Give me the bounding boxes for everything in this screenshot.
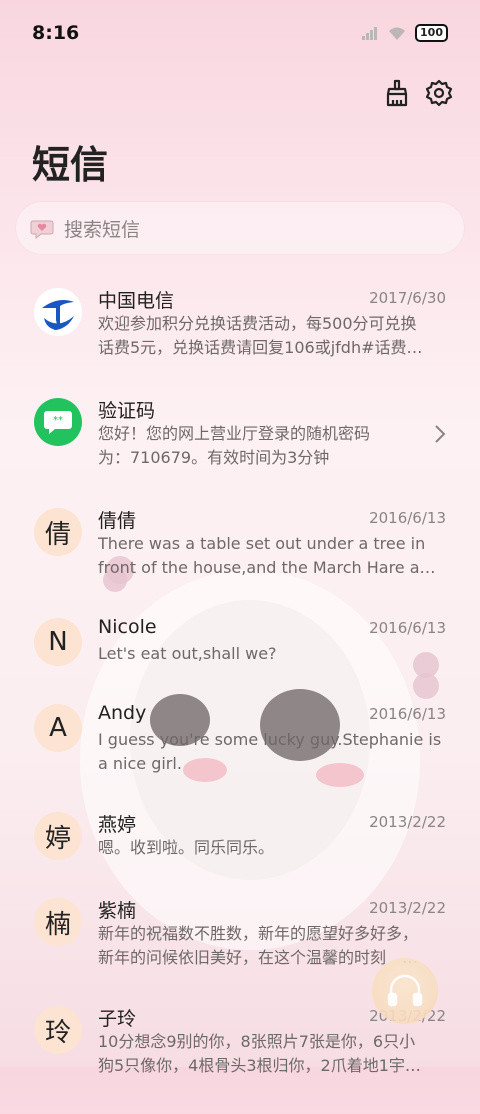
message-preview: 欢迎参加积分兑换话费活动，每500分可兑换 话费5元，兑换话费请回复106或jf… (98, 314, 423, 357)
avatar: A (34, 704, 82, 752)
message-date: 2016/6/13 (369, 619, 446, 637)
message-date: 2013/2/22 (369, 899, 446, 917)
contact-name: 子玲 (98, 1008, 137, 1030)
svg-text:**: ** (53, 415, 63, 426)
message-preview: 您好！您的网上营业厅登录的随机密码 为：710679。有效时间为3分钟 (98, 424, 371, 467)
conversation-item[interactable]: 倩 倩倩 2016/6/13 There was a table set out… (0, 506, 480, 616)
message-date: 2017/6/30 (369, 289, 446, 307)
broom-icon[interactable] (382, 78, 412, 108)
conversation-item[interactable]: ** 验证码 您好！您的网上营业厅登录的随机密码 为：710679。有效时间为3… (0, 396, 480, 506)
avatar: 婷 (34, 812, 82, 860)
message-date: 2016/6/13 (369, 705, 446, 723)
gear-icon[interactable] (424, 78, 454, 108)
avatar: 玲 (34, 1006, 82, 1054)
status-time: 8:16 (32, 22, 80, 44)
signal-icon (362, 27, 378, 40)
search-bar[interactable]: 搜索短信 (16, 202, 464, 254)
message-preview: 10分想念9别的你，8张照片7张是你，6只小 狗5只像你，4根骨头3根归你，2爪… (98, 1032, 421, 1075)
search-input[interactable]: 搜索短信 (64, 215, 140, 242)
contact-name: Nicole (98, 616, 157, 638)
battery-indicator: 100 (415, 24, 448, 42)
heart-bubble-icon (30, 220, 54, 239)
status-icons: 100 (361, 24, 448, 42)
headphones-icon (387, 974, 423, 1007)
contact-name: 验证码 (98, 400, 156, 422)
avatar: 楠 (34, 898, 82, 946)
contact-name: 紫楠 (98, 900, 137, 922)
conversation-item[interactable]: 中国电信 2017/6/30 欢迎参加积分兑换话费活动，每500分可兑换 话费5… (0, 286, 480, 396)
message-preview: 嗯。收到啦。同乐同乐。 (98, 838, 275, 857)
status-bar: 8:16 100 (0, 0, 480, 68)
contact-name: 倩倩 (98, 510, 137, 532)
message-preview: There was a table set out under a tree i… (98, 534, 444, 577)
contact-name: 燕婷 (98, 814, 137, 836)
message-date: 2013/2/22 (369, 813, 446, 831)
message-bubble-icon: ** (34, 398, 82, 446)
avatar: 倩 (34, 508, 82, 556)
message-date: 2016/6/13 (369, 509, 446, 527)
china-telecom-logo (34, 288, 82, 336)
headphones-button[interactable] (372, 958, 438, 1024)
conversation-item[interactable]: A Andy 2016/6/13 I guess you're some luc… (0, 702, 480, 812)
message-preview: I guess you're some lucky guy.Stephanie … (98, 730, 442, 773)
contact-name: Andy (98, 702, 147, 724)
contact-name: 中国电信 (98, 290, 175, 312)
avatar: N (34, 618, 82, 666)
message-preview: Let's eat out,shall we? (98, 644, 277, 663)
page-title: 短信 (32, 143, 109, 187)
wifi-icon (389, 27, 406, 40)
